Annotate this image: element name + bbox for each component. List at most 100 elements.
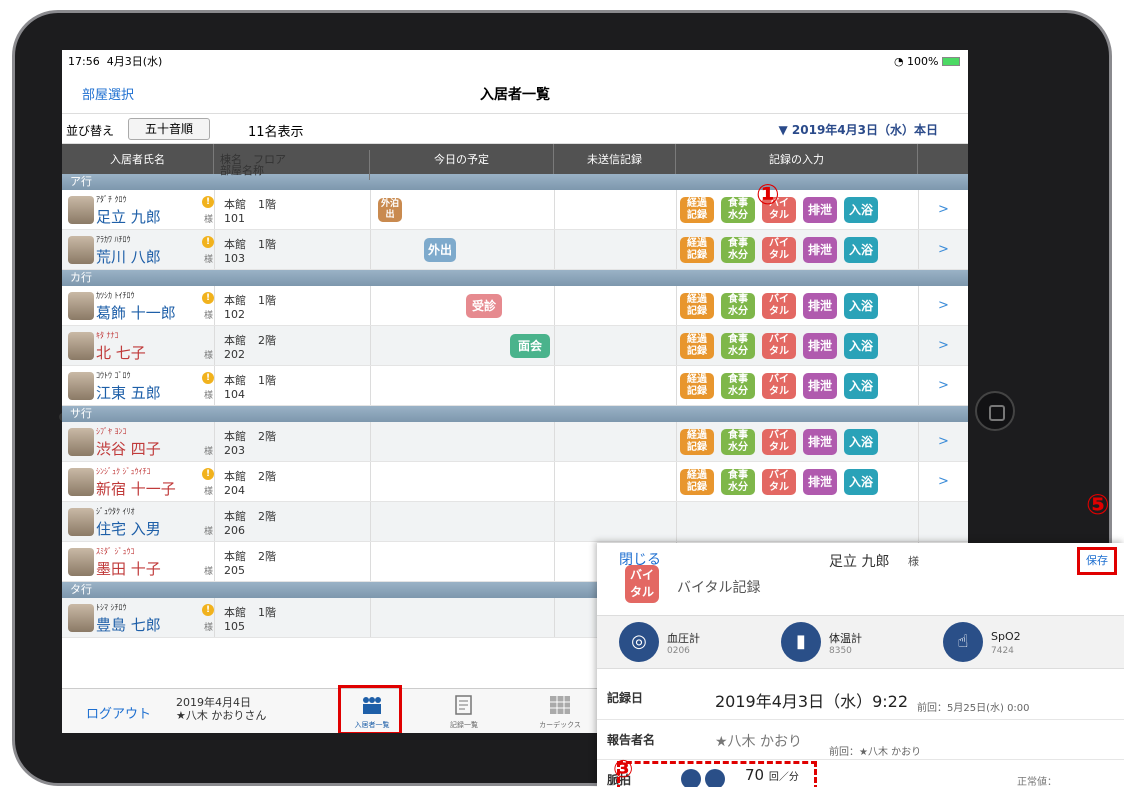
alert-icon[interactable]: ! [202,372,214,384]
alert-icon[interactable]: ! [202,468,214,480]
resident-count: 11名表示 [248,125,304,140]
column-divider [918,366,919,405]
nyuyoku-button[interactable]: 入浴 [844,469,878,495]
resident-kana: ｶﾂｼｶ ﾄｲﾁﾛｳ [96,291,135,300]
avatar [68,332,94,360]
vital-button[interactable]: バイタル [762,333,796,359]
table-row[interactable]: ｱﾀﾞﾁ ｸﾛｳ 足立 九郎! 様本館 1階 101 外泊出 経過記録 食事水分 バイタル 排泄入… [62,190,968,230]
chevron-right-icon[interactable]: > [938,202,949,217]
home-button[interactable] [975,391,1015,431]
column-divider [676,190,677,229]
keika-label: 経過記録 [687,294,707,317]
shokuji-button[interactable]: 食事水分 [721,373,755,399]
nyuyoku-button[interactable]: 入浴 [844,333,878,359]
resident-name[interactable]: 荒川 八郎 [96,246,161,267]
nyuyoku-button[interactable]: 入浴 [844,293,878,319]
table-row[interactable]: ｶﾂｼｶ ﾄｲﾁﾛｳ 葛飾 十一郎! 様本館 1階 102 受診 経過記録 食事水分 バイタル 排… [62,286,968,326]
blood-pressure-small-icon[interactable] [681,769,701,787]
table-row[interactable]: ｼﾝｼﾞｭｸ ｼﾞｭｳｲﾁｺ 新宿 十一子! 様本館 2階 204 経過記録 食事水分 バイタ… [62,462,968,502]
haisetsu-button[interactable]: 排泄 [803,333,837,359]
alert-icon[interactable]: ! [202,604,214,616]
device-bar: ◎ 血圧計 0206 ▮ 体温計 8350 ☝ SpO2 7424 [597,615,1124,669]
haisetsu-button[interactable]: 排泄 [803,429,837,455]
nyuyoku-button[interactable]: 入浴 [844,429,878,455]
haisetsu-button[interactable]: 排泄 [803,197,837,223]
chevron-right-icon[interactable]: > [938,338,949,353]
shokuji-button[interactable]: 食事水分 [721,197,755,223]
vital-button[interactable]: バイタル [762,293,796,319]
schedule-event[interactable]: 外出 [424,238,456,262]
column-divider [554,542,555,581]
alert-icon[interactable]: ! [202,236,214,248]
nyuyoku-label: 入浴 [848,379,873,393]
alert-icon[interactable]: ! [202,292,214,304]
haisetsu-button[interactable]: 排泄 [803,469,837,495]
pulse-value[interactable]: 70 回／分 [745,766,799,784]
shokuji-button[interactable]: 食事水分 [721,293,755,319]
building: 本館 [224,470,246,483]
shokuji-label: 食事水分 [728,374,748,397]
resident-name[interactable]: 渋谷 四子 [96,438,161,459]
save-button[interactable]: 保存 [1077,547,1117,575]
nyuyoku-button[interactable]: 入浴 [844,373,878,399]
logout-button[interactable]: ログアウト [86,703,151,722]
building: 本館 [224,606,246,619]
tab-kardex[interactable]: カーデックス [530,693,590,731]
chevron-right-icon[interactable]: > [938,434,949,449]
resident-name[interactable]: 足立 九郎 [96,206,161,227]
resident-name[interactable]: 墨田 十子 [96,558,161,579]
nyuyoku-button[interactable]: 入浴 [844,237,878,263]
table-row[interactable]: ｷﾀ ﾅﾅｺ 北 七子 様本館 2階 202 面会 経過記録 食事水分 バイタル 排泄 入浴 > [62,326,968,366]
record-date-value[interactable]: 2019年4月3日（水）9:22 [715,688,908,712]
keika-button[interactable]: 経過記録 [680,237,714,263]
vital-button[interactable]: バイタル [762,469,796,495]
tab-records[interactable]: 記録一覧 [434,693,494,731]
nyuyoku-button[interactable]: 入浴 [844,197,878,223]
vital-button[interactable]: バイタル [762,237,796,263]
chevron-right-icon[interactable]: > [938,378,949,393]
login-info: 2019年4月4日 ★八木 かおりさん [176,696,266,722]
resident-name[interactable]: 江東 五郎 [96,382,161,403]
schedule-event[interactable]: 面会 [510,334,550,358]
sort-order-button[interactable]: 五十音順 [128,118,210,140]
shokuji-button[interactable]: 食事水分 [721,333,755,359]
resident-name[interactable]: 北 七子 [96,342,146,363]
resident-name[interactable]: 住宅 入男 [96,518,161,539]
keika-button[interactable]: 経過記録 [680,469,714,495]
table-row[interactable]: ｼﾞｭｳﾀｸ ｲﾘｵ 住宅 入男 様本館 2階 206 [62,502,968,542]
record-actions: 経過記録 食事水分 バイタル 排泄 入浴 [680,333,878,359]
reporter-value[interactable]: ★八木 かおり [715,731,802,751]
haisetsu-button[interactable]: 排泄 [803,373,837,399]
haisetsu-button[interactable]: 排泄 [803,293,837,319]
keika-button[interactable]: 経過記録 [680,429,714,455]
haisetsu-button[interactable]: 排泄 [803,237,837,263]
schedule-event[interactable]: 受診 [466,294,502,318]
shokuji-button[interactable]: 食事水分 [721,429,755,455]
resident-name[interactable]: 葛飾 十一郎 [96,302,176,323]
vital-button[interactable]: バイタル [762,429,796,455]
pulse-oximeter-small-icon[interactable] [705,769,725,787]
keika-button[interactable]: 経過記録 [680,373,714,399]
chevron-right-icon[interactable]: > [938,242,949,257]
date-selector[interactable]: ▼ 2019年4月3日（水）本日 [778,121,938,138]
table-row[interactable]: ｺｳﾄｳ ｺﾞﾛｳ 江東 五郎! 様本館 1階 104 経過記録 食事水分 バイタル 排泄 入浴 > [62,366,968,406]
schedule-event[interactable]: 外泊出 [378,198,402,222]
table-row[interactable]: ｼﾌﾞﾔ ﾖﾝｺ 渋谷 四子 様本館 2階 203 経過記録 食事水分 バイタル 排泄 入浴 > [62,422,968,462]
floor: 2階 [258,430,276,443]
keika-button[interactable]: 経過記録 [680,293,714,319]
table-row[interactable]: ｱﾗｶﾜ ﾊﾁﾛｳ 荒川 八郎! 様本館 1階 103 外出 経過記録 食事水分 バイタル 排泄 入… [62,230,968,270]
resident-name[interactable]: 新宿 十一子 [96,478,176,499]
alert-icon[interactable]: ! [202,196,214,208]
haisetsu-label: 排泄 [807,299,832,313]
shokuji-button[interactable]: 食事水分 [721,469,755,495]
chevron-right-icon[interactable]: > [938,474,949,489]
shokuji-button[interactable]: 食事水分 [721,237,755,263]
resident-name[interactable]: 豊島 七郎 [96,614,161,635]
resident-kana: ｱﾗｶﾜ ﾊﾁﾛｳ [96,235,131,244]
chevron-right-icon[interactable]: > [938,298,949,313]
popup-resident-name: 足立 九郎 [829,554,890,570]
vital-button[interactable]: バイタル [762,373,796,399]
keika-button[interactable]: 経過記録 [680,333,714,359]
device-name: 体温計 [829,632,862,645]
keika-button[interactable]: 経過記録 [680,197,714,223]
